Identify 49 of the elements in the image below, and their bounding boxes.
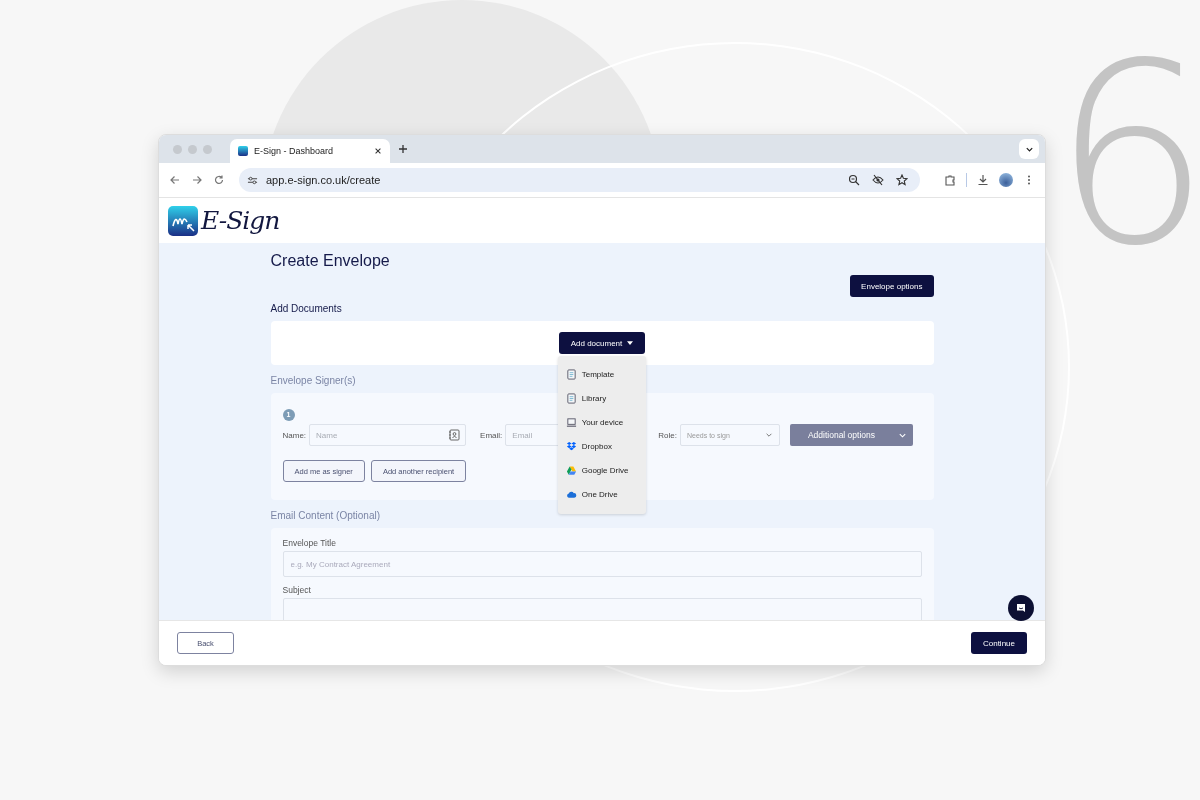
download-icon[interactable]	[977, 174, 989, 186]
back-icon[interactable]	[169, 174, 181, 186]
chevron-icon	[765, 431, 773, 439]
drive-icon	[565, 464, 577, 476]
page-title: Create Envelope	[270, 252, 391, 270]
menu-item[interactable]: Your device	[557, 410, 646, 434]
section-heading: Envelope Signer(s)	[270, 375, 356, 386]
additional-options-button[interactable]: Additional options	[790, 424, 913, 446]
menu-item[interactable]: Dropbox	[557, 434, 646, 458]
dropbox-icon	[565, 440, 577, 452]
tab-list-button[interactable]	[1019, 139, 1039, 159]
caret-icon	[627, 341, 634, 345]
reload-icon[interactable]	[213, 174, 225, 186]
continue-button[interactable]: Continue	[970, 632, 1027, 654]
logo-icon	[168, 205, 198, 236]
add-document-button[interactable]: Add document	[558, 332, 646, 354]
section-heading: Email Content (Optional)	[270, 510, 380, 521]
field-label: Envelope Title	[282, 538, 337, 548]
text-field[interactable]: e.g. My Contract Agreement	[282, 551, 922, 577]
star-icon[interactable]	[896, 174, 908, 186]
menu-item[interactable]: Google Drive	[557, 458, 646, 482]
new-tab-icon[interactable]	[398, 144, 408, 154]
close-icon[interactable]	[374, 147, 382, 155]
contact-card-icon[interactable]	[448, 429, 461, 441]
field-label: Role:	[658, 430, 677, 440]
field-label: Email:	[480, 430, 503, 440]
field-label: Name:	[282, 430, 307, 440]
field-label: Subject	[282, 585, 312, 595]
section-heading: Add Documents	[270, 303, 342, 314]
address-bar[interactable]: app.e-sign.co.uk/create	[239, 168, 920, 192]
zoom-icon[interactable]	[848, 174, 860, 186]
site-settings-icon[interactable]	[247, 174, 258, 186]
eye-slash-icon[interactable]	[872, 174, 884, 186]
menu-item[interactable]: One Drive	[557, 482, 646, 506]
text-field[interactable]	[282, 598, 922, 620]
brand-name: E-Sign	[201, 206, 280, 235]
chat-icon	[1015, 602, 1027, 614]
browser-tab[interactable]: E-Sign - Dashboard	[230, 139, 390, 163]
profile-avatar[interactable]	[999, 173, 1013, 187]
document-icon	[565, 392, 577, 404]
name-field[interactable]: Name	[309, 424, 467, 446]
forward-icon[interactable]	[191, 174, 203, 186]
document-icon	[565, 368, 577, 380]
laptop-icon	[565, 416, 577, 428]
menu-item[interactable]: Template	[557, 362, 646, 386]
favicon-icon	[238, 146, 248, 156]
envelope-options-button[interactable]: Envelope options	[850, 275, 934, 297]
extensions-icon[interactable]	[944, 174, 956, 186]
menu-item[interactable]: Library	[557, 386, 646, 410]
